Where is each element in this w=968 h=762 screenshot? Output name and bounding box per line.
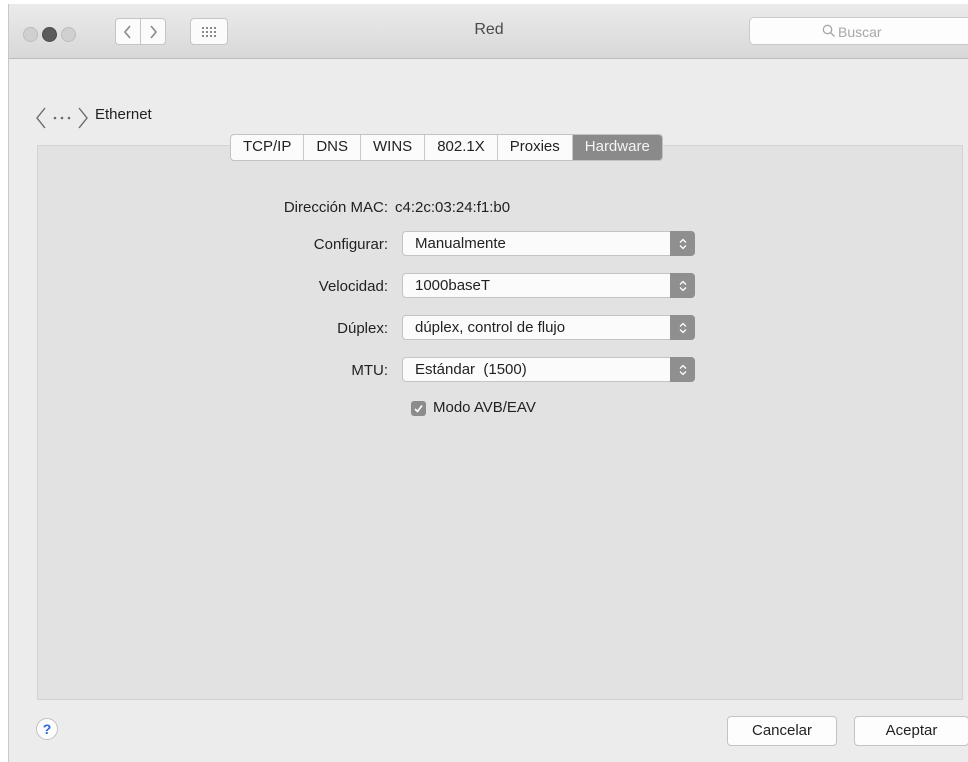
ethernet-icon xyxy=(36,107,88,129)
speed-value: 1000baseT xyxy=(415,277,491,294)
configure-value: Manualmente xyxy=(415,235,506,252)
mtu-select[interactable]: Estándar (1500) xyxy=(402,357,695,382)
mtu-value: Estándar (1500) xyxy=(415,361,527,378)
popup-arrows-icon xyxy=(670,231,695,256)
configure-label: Configurar: xyxy=(313,236,388,253)
cancel-button[interactable]: Cancelar xyxy=(727,716,837,746)
tab-dns[interactable]: DNS xyxy=(304,135,362,160)
avb-mode-label[interactable]: Modo AVB/EAV xyxy=(433,399,536,416)
checkmark-icon xyxy=(414,405,423,413)
interface-name: Ethernet xyxy=(95,106,152,123)
title-bar: Red Buscar xyxy=(9,4,968,59)
mac-address-value: c4:2c:03:24:f1:b0 xyxy=(395,199,511,216)
network-preferences-window: Red Buscar Ethernet TCP/IP DNS WINS 802.… xyxy=(8,4,968,762)
tab-8021x[interactable]: 802.1X xyxy=(425,135,498,160)
tab-wins[interactable]: WINS xyxy=(361,135,426,160)
popup-arrows-icon xyxy=(670,357,695,382)
configure-select[interactable]: Manualmente xyxy=(402,231,695,256)
help-button[interactable]: ? xyxy=(36,718,58,740)
tab-content-panel xyxy=(37,145,963,700)
popup-arrows-icon xyxy=(670,273,695,298)
tab-tcpip[interactable]: TCP/IP xyxy=(231,135,305,160)
search-placeholder: Buscar xyxy=(838,24,882,40)
search-field[interactable]: Buscar xyxy=(749,17,968,45)
tab-bar: TCP/IP DNS WINS 802.1X Proxies Hardware xyxy=(230,134,663,161)
speed-select[interactable]: 1000baseT xyxy=(402,273,695,298)
speed-label: Velocidad: xyxy=(318,278,388,295)
mtu-label: MTU: xyxy=(351,362,388,379)
search-icon xyxy=(822,24,835,37)
duplex-select[interactable]: dúplex, control de flujo xyxy=(402,315,695,340)
avb-mode-checkbox[interactable] xyxy=(411,401,426,416)
tab-hardware[interactable]: Hardware xyxy=(572,135,662,160)
ok-button[interactable]: Aceptar xyxy=(854,716,968,746)
tab-proxies[interactable]: Proxies xyxy=(498,135,573,160)
mac-address-label: Dirección MAC: xyxy=(283,199,388,216)
duplex-label: Dúplex: xyxy=(337,320,388,337)
popup-arrows-icon xyxy=(670,315,695,340)
duplex-value: dúplex, control de flujo xyxy=(415,319,566,336)
